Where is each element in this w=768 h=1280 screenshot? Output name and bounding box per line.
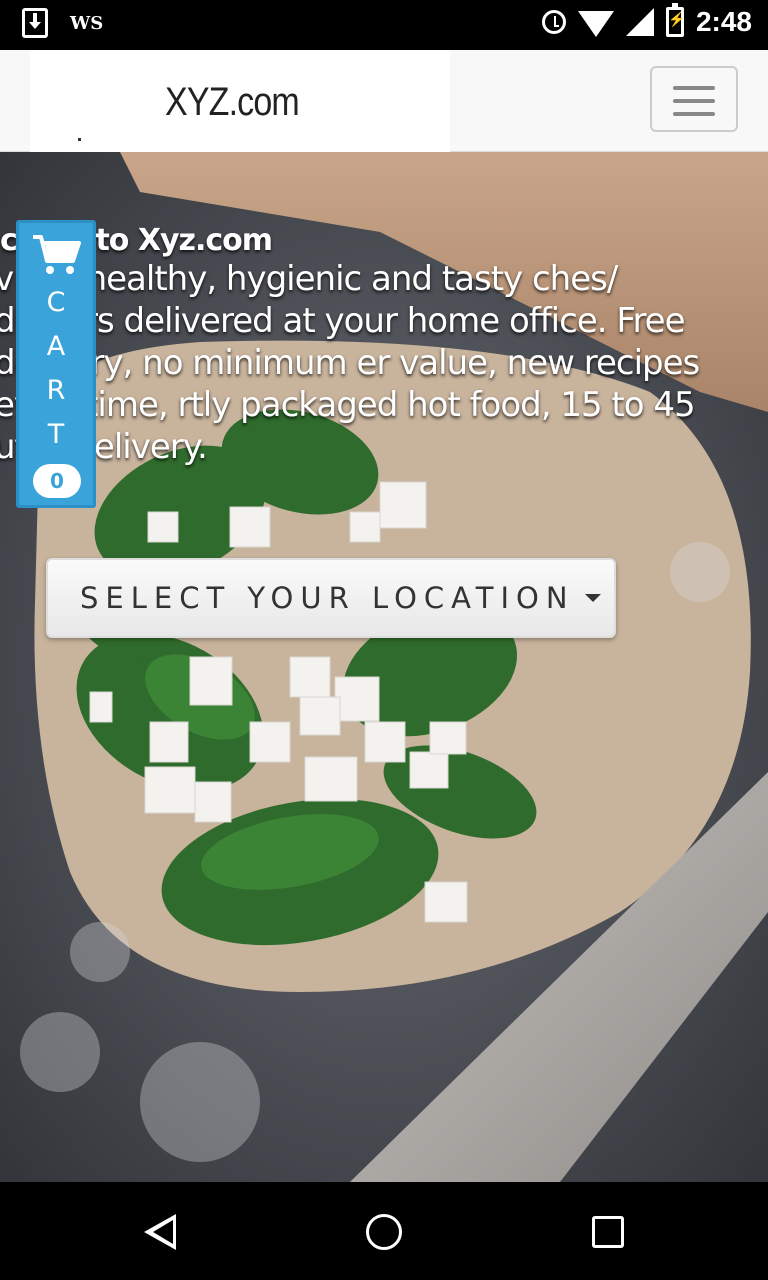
welcome-text: come to Xyz.com v get healthy, hygienic … <box>0 224 734 468</box>
hamburger-menu-button[interactable] <box>650 66 738 132</box>
site-header: XYZ.com <box>0 50 768 152</box>
wifi-icon <box>577 11 614 37</box>
hamburger-line <box>673 112 715 116</box>
cart-letter: T <box>47 419 65 450</box>
back-icon[interactable] <box>144 1214 176 1250</box>
cart-letter: C <box>46 287 66 318</box>
welcome-title: come to Xyz.com <box>0 223 273 258</box>
signal-icon <box>625 8 654 36</box>
status-left-label: WS <box>70 12 104 34</box>
logo-text: XYZ.com <box>165 80 300 124</box>
cart-label: C A R T <box>19 281 93 457</box>
alarm-icon <box>541 10 566 34</box>
recent-apps-icon[interactable] <box>592 1216 624 1248</box>
caret-down-icon <box>584 594 601 602</box>
logo[interactable]: XYZ.com <box>30 50 450 152</box>
navigation-bar <box>0 1182 768 1280</box>
hero-section: come to Xyz.com v get healthy, hygienic … <box>0 152 768 1182</box>
home-icon[interactable] <box>366 1214 402 1250</box>
cart-letter: R <box>46 375 66 406</box>
cart-tab[interactable]: C A R T 0 <box>16 220 96 508</box>
welcome-body: v get healthy, hygienic and tasty ches/ … <box>0 259 700 467</box>
download-icon <box>22 8 48 38</box>
hamburger-line <box>673 99 715 103</box>
battery-charging-icon <box>665 3 685 37</box>
status-clock: 2:48 <box>695 6 752 37</box>
status-bar: WS 2:48 <box>0 0 768 50</box>
select-location-label: SELECT YOUR LOCATION <box>80 581 575 615</box>
select-location-dropdown[interactable]: SELECT YOUR LOCATION <box>46 558 616 638</box>
hamburger-line <box>673 86 715 90</box>
logo-dot <box>78 138 81 141</box>
shopping-cart-icon <box>33 235 81 274</box>
cart-count-badge: 0 <box>33 464 81 498</box>
cart-letter: A <box>46 331 66 362</box>
